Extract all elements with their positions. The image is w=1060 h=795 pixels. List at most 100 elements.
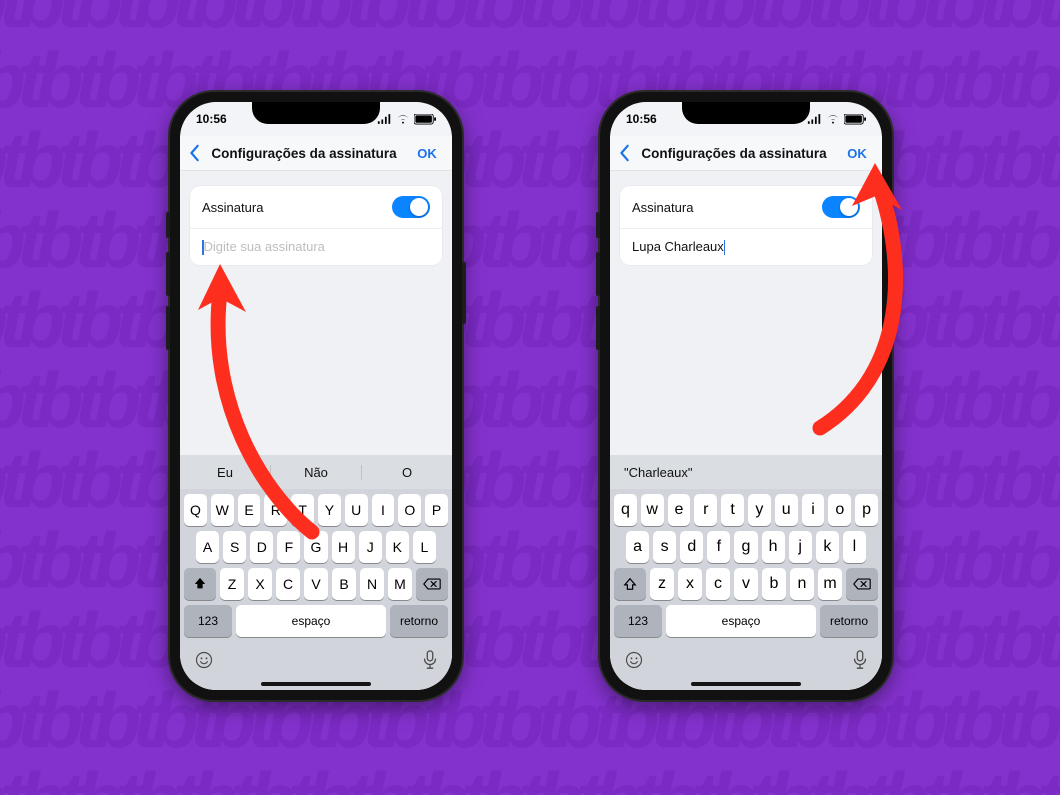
key[interactable]: c xyxy=(706,568,730,600)
key[interactable]: T xyxy=(291,494,314,526)
key[interactable]: q xyxy=(614,494,637,526)
key[interactable]: G xyxy=(304,531,327,563)
numbers-key[interactable]: 123 xyxy=(184,605,232,637)
key[interactable]: n xyxy=(790,568,814,600)
key[interactable]: W xyxy=(211,494,234,526)
key[interactable]: H xyxy=(332,531,355,563)
key[interactable]: Y xyxy=(318,494,341,526)
signature-input[interactable]: Lupa Charleaux xyxy=(620,229,872,265)
key[interactable]: r xyxy=(694,494,717,526)
key[interactable]: k xyxy=(816,531,839,563)
return-key[interactable]: retorno xyxy=(390,605,448,637)
kb-row: 123 espaço retorno xyxy=(610,600,882,637)
signature-toggle[interactable] xyxy=(822,196,860,218)
key[interactable]: l xyxy=(843,531,866,563)
suggestion[interactable]: Eu xyxy=(180,465,271,480)
space-key[interactable]: espaço xyxy=(666,605,816,637)
key[interactable]: I xyxy=(372,494,395,526)
key[interactable]: h xyxy=(762,531,785,563)
key[interactable]: S xyxy=(223,531,246,563)
key[interactable]: x xyxy=(678,568,702,600)
mic-icon xyxy=(852,650,868,670)
battery-icon xyxy=(414,114,436,125)
return-key[interactable]: retorno xyxy=(820,605,878,637)
key[interactable]: f xyxy=(707,531,730,563)
key[interactable]: g xyxy=(734,531,757,563)
key[interactable]: v xyxy=(734,568,758,600)
key[interactable]: L xyxy=(413,531,436,563)
signature-card: Assinatura Digite sua assinatura xyxy=(190,186,442,265)
emoji-icon xyxy=(194,650,214,670)
key[interactable]: D xyxy=(250,531,273,563)
phone-button xyxy=(596,252,600,296)
key[interactable]: C xyxy=(276,568,300,600)
key[interactable]: y xyxy=(748,494,771,526)
kb-bottom xyxy=(180,637,452,679)
key[interactable]: N xyxy=(360,568,384,600)
key[interactable]: e xyxy=(668,494,691,526)
numbers-key[interactable]: 123 xyxy=(614,605,662,637)
kb-row: zxcvbnm xyxy=(610,563,882,600)
key[interactable]: O xyxy=(398,494,421,526)
key[interactable]: A xyxy=(196,531,219,563)
suggestion[interactable]: "Charleaux" xyxy=(624,465,693,480)
key[interactable]: a xyxy=(626,531,649,563)
signature-toggle[interactable] xyxy=(392,196,430,218)
nav-title: Configurações da assinatura xyxy=(630,146,838,161)
key[interactable]: j xyxy=(789,531,812,563)
key[interactable]: F xyxy=(277,531,300,563)
key[interactable]: U xyxy=(345,494,368,526)
key[interactable]: Z xyxy=(220,568,244,600)
key[interactable]: B xyxy=(332,568,356,600)
shift-key[interactable] xyxy=(184,568,216,600)
status-icons xyxy=(377,114,436,125)
backspace-key[interactable] xyxy=(416,568,448,600)
key[interactable]: w xyxy=(641,494,664,526)
key[interactable]: s xyxy=(653,531,676,563)
space-key[interactable]: espaço xyxy=(236,605,386,637)
phone-button xyxy=(596,212,600,238)
key[interactable]: m xyxy=(818,568,842,600)
backspace-icon xyxy=(853,578,871,590)
key[interactable]: Q xyxy=(184,494,207,526)
key[interactable]: R xyxy=(264,494,287,526)
key[interactable]: E xyxy=(238,494,261,526)
key[interactable]: u xyxy=(775,494,798,526)
key[interactable]: p xyxy=(855,494,878,526)
suggestion-bar: Eu Não O xyxy=(180,455,452,489)
key[interactable]: J xyxy=(359,531,382,563)
dictation-key[interactable] xyxy=(422,650,438,675)
key[interactable]: i xyxy=(802,494,825,526)
battery-icon xyxy=(844,114,866,125)
key[interactable]: o xyxy=(828,494,851,526)
key[interactable]: P xyxy=(425,494,448,526)
dictation-key[interactable] xyxy=(852,650,868,675)
kb-row: asdfghjkl xyxy=(610,526,882,563)
content-area: Assinatura Lupa Charleaux "Charleaux" qw… xyxy=(610,170,882,690)
emoji-key[interactable] xyxy=(194,650,214,675)
mic-icon xyxy=(422,650,438,670)
key[interactable]: d xyxy=(680,531,703,563)
signature-input[interactable]: Digite sua assinatura xyxy=(190,229,442,265)
key[interactable]: z xyxy=(650,568,674,600)
key[interactable]: V xyxy=(304,568,328,600)
ok-button[interactable]: OK xyxy=(838,146,882,161)
backspace-key[interactable] xyxy=(846,568,878,600)
suggestion[interactable]: O xyxy=(362,465,452,480)
key[interactable]: K xyxy=(386,531,409,563)
status-time: 10:56 xyxy=(196,112,227,126)
home-indicator[interactable] xyxy=(261,682,371,686)
toggle-row: Assinatura xyxy=(620,186,872,229)
key[interactable]: M xyxy=(388,568,412,600)
home-indicator[interactable] xyxy=(691,682,801,686)
shift-key[interactable] xyxy=(614,568,646,600)
key[interactable]: b xyxy=(762,568,786,600)
suggestion[interactable]: Não xyxy=(271,465,362,480)
notch xyxy=(682,102,810,124)
ok-button[interactable]: OK xyxy=(408,146,452,161)
emoji-key[interactable] xyxy=(624,650,644,675)
key[interactable]: t xyxy=(721,494,744,526)
key[interactable]: X xyxy=(248,568,272,600)
wifi-icon xyxy=(826,114,840,124)
phone-button xyxy=(166,306,170,350)
